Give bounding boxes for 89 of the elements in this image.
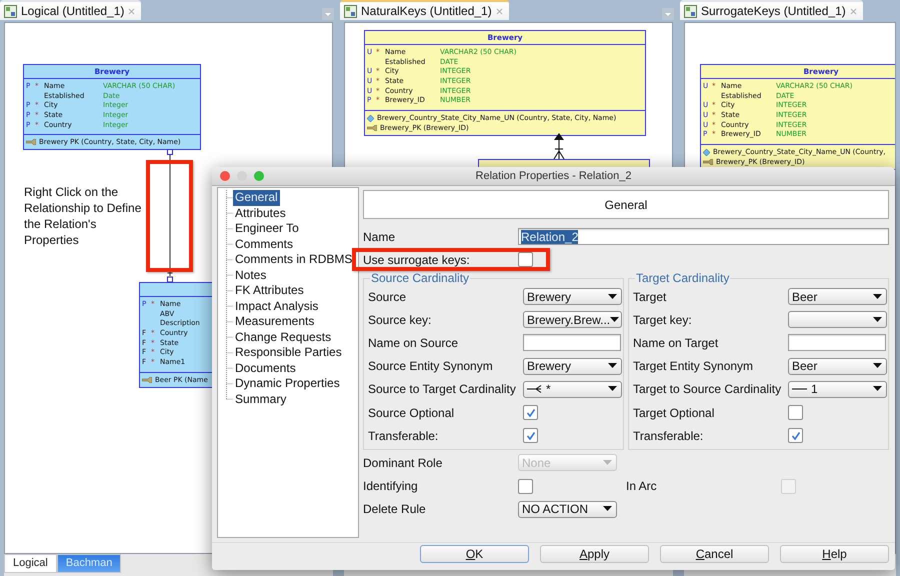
close-icon[interactable] (850, 8, 857, 14)
tree-item[interactable]: Comments in RDBMS (233, 252, 354, 268)
field-label: Target (633, 290, 668, 304)
dropdown[interactable]: Brewery (523, 288, 622, 306)
field-label: Target to Source Cardinality (633, 382, 782, 396)
caret-icon (873, 363, 882, 370)
field-label: Target key: (633, 312, 693, 327)
tab-title: NaturalKeys (Untitled_1) (361, 4, 492, 18)
caret-icon (608, 294, 617, 300)
caret-icon (873, 316, 882, 323)
key-icon (703, 159, 713, 166)
dropdown[interactable]: Brewery (523, 358, 622, 375)
group-title: Source Cardinality (370, 271, 470, 285)
dialog-button[interactable]: Cancel (660, 545, 769, 563)
zoom-button[interactable] (254, 171, 264, 181)
tree-item[interactable]: Summary (233, 392, 288, 407)
entity-box[interactable] (364, 30, 646, 136)
field-label: Target Entity Synonym (633, 359, 754, 374)
dropdown[interactable]: NO ACTION (518, 500, 617, 518)
key-icon (367, 125, 377, 132)
dropdown[interactable]: Brewery.Brew... (523, 311, 622, 328)
tree-item[interactable]: Attributes (233, 206, 288, 221)
field-label: Transferable: (633, 428, 704, 443)
caret-icon (610, 316, 620, 323)
caret-icon (608, 386, 617, 392)
crows-foot-icon (527, 385, 543, 394)
field-label: Source (368, 290, 408, 304)
field-label: Identifying (363, 479, 419, 494)
field-label: Name on Source (368, 336, 460, 350)
key-icon (142, 376, 152, 383)
caret-icon (873, 386, 882, 392)
input-field[interactable] (523, 334, 621, 352)
tab-title: Logical (Untitled_1) (21, 4, 124, 18)
field-label: Target Optional (633, 406, 716, 420)
caret-icon (603, 506, 612, 512)
field-label: In Arc (626, 479, 658, 494)
diamond-icon (367, 114, 374, 122)
dropdown[interactable]: Beer (788, 288, 887, 306)
field-label: Source Entity Synonym (368, 359, 494, 374)
field-label: Source Optional (368, 406, 456, 420)
close-icon[interactable] (128, 8, 136, 14)
tree-item[interactable]: Comments (233, 236, 296, 252)
diagram-icon (344, 4, 357, 18)
group-title: Target Cardinality (635, 271, 730, 285)
caret-icon (608, 363, 617, 370)
annotation-text: Right Click on the Relationship to Define the Relation's Properties (24, 184, 142, 248)
field-label: Use surrogate keys: (363, 252, 471, 266)
tab-title: SurrogateKeys (Untitled_1) (701, 4, 846, 18)
dropdown[interactable]: 1 (788, 380, 887, 398)
checkbox[interactable] (518, 252, 533, 267)
caret-icon (603, 460, 612, 466)
editor-tab[interactable]: NaturalKeys (Untitled_1) (340, 0, 509, 20)
field-label: Source to Target Cardinality (368, 382, 517, 396)
dropdown[interactable]: Beer (788, 358, 887, 375)
key-icon (26, 139, 36, 146)
input-field[interactable]: Relation_2 (518, 228, 889, 245)
field-label: Delete Rule (363, 502, 427, 516)
section-header: General (363, 190, 889, 219)
checkbox[interactable] (523, 428, 538, 444)
dropdown[interactable] (788, 311, 887, 328)
dialog-button[interactable]: Apply (540, 545, 649, 563)
field-label: Name on Target (633, 336, 720, 350)
diagram-icon (684, 4, 697, 18)
view-tab[interactable]: Logical (4, 554, 57, 573)
dropdown[interactable]: * (523, 380, 622, 398)
dialog-button[interactable]: OK (420, 545, 529, 563)
diamond-icon (703, 148, 710, 156)
checkbox[interactable] (788, 428, 803, 444)
close-icon[interactable] (496, 8, 503, 14)
relation-arrow[interactable] (552, 133, 566, 159)
editor-tab[interactable]: Logical (Untitled_1) (0, 0, 142, 20)
tree-item[interactable]: Notes (233, 268, 268, 283)
field-label: Name (363, 230, 396, 244)
checkbox[interactable] (788, 405, 803, 420)
close-button[interactable] (220, 171, 230, 181)
checkbox[interactable] (523, 405, 538, 420)
tree-item[interactable]: General (233, 190, 280, 206)
editor-tab[interactable]: SurrogateKeys (Untitled_1) (680, 0, 863, 20)
input-field[interactable] (788, 334, 886, 352)
tree-item[interactable]: Engineer To (233, 221, 301, 236)
field-label: Transferable: (368, 428, 440, 443)
field-label: Dominant Role (363, 456, 444, 470)
dialog-button[interactable]: Help (780, 545, 889, 563)
field-label: Source key: (368, 312, 432, 327)
caret-icon (873, 294, 882, 300)
dialog-title: Relation Properties - Relation_2 (474, 170, 632, 182)
diagram-icon (4, 4, 17, 18)
relation-line[interactable] (166, 149, 174, 283)
checkbox[interactable] (518, 478, 533, 494)
